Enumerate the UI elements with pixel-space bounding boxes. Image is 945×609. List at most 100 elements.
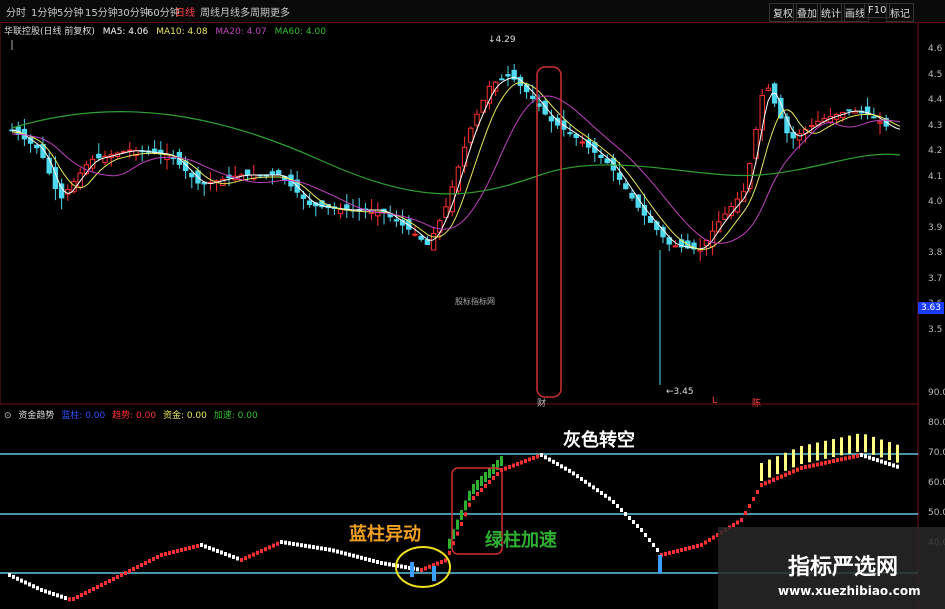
- trend-dot: [292, 541, 295, 546]
- trend-dot: [360, 555, 363, 560]
- trend-dot: [404, 565, 407, 570]
- trend-dot: [740, 518, 743, 522]
- trend-dot: [484, 484, 487, 488]
- current-price-tag: 3.63: [918, 302, 944, 314]
- trend-dot: [372, 558, 375, 563]
- candle-body: [306, 200, 313, 206]
- trend-dot: [632, 520, 635, 524]
- trend-dot: [748, 504, 751, 508]
- trend-dot: [824, 460, 827, 465]
- candle-body: [58, 183, 65, 199]
- trend-dot: [628, 516, 631, 520]
- indicator-axis-label: 50.0: [928, 508, 945, 518]
- trend-dot: [564, 466, 567, 471]
- candle-body: [672, 245, 679, 248]
- trend-dot: [164, 552, 167, 556]
- event-marker-3: 陈: [752, 399, 762, 409]
- trend-dot: [436, 561, 439, 566]
- trend-dot: [88, 589, 91, 593]
- trend-dot: [584, 479, 587, 484]
- event-marker-1: 财: [537, 399, 547, 409]
- trend-dot: [308, 544, 311, 549]
- period-tab[interactable]: 1分钟: [31, 4, 57, 19]
- period-tab[interactable]: 15分钟: [85, 4, 118, 19]
- fund-bar: [888, 442, 891, 461]
- trend-dot: [508, 465, 511, 469]
- period-tab[interactable]: 30分钟: [117, 4, 150, 19]
- period-tab[interactable]: 月线: [220, 4, 240, 19]
- trend-dot: [204, 544, 207, 549]
- trend-dot: [576, 474, 579, 479]
- trend-dot: [136, 565, 139, 569]
- trend-dot: [848, 455, 851, 460]
- fund-bar: [832, 439, 835, 458]
- trend-dot: [8, 573, 11, 577]
- blue-bar: [658, 555, 662, 573]
- candle-body: [46, 157, 52, 174]
- trend-dot: [556, 462, 559, 467]
- accel-bar: [492, 464, 495, 474]
- indicator-axis-label: 90.0: [928, 388, 945, 398]
- trend-dot: [480, 488, 483, 492]
- blue-bar: [432, 566, 436, 581]
- indicator-legend: ⊙ 资金趋势 蓝柱: 0.00 趋势: 0.00 资金: 0.00 加速: 0.…: [4, 411, 258, 421]
- candle-body: [765, 87, 772, 91]
- stock-title: 华联控股(日线 前复权): [4, 27, 95, 37]
- trend-dot: [712, 535, 715, 540]
- trend-dot: [504, 466, 507, 471]
- trend-dot: [64, 596, 67, 600]
- fund-bar: [880, 439, 883, 458]
- trend-dot: [428, 564, 431, 569]
- brand-title: 指标严选网: [788, 555, 899, 580]
- trend-dot: [524, 459, 527, 463]
- candle-body: [430, 232, 437, 251]
- period-tab[interactable]: 日线: [175, 4, 195, 19]
- annotation-green-accel: 绿柱加速: [485, 530, 557, 551]
- trend-dot: [300, 543, 303, 548]
- trend-dot: [400, 564, 403, 569]
- trend-dot: [792, 469, 795, 474]
- fund-bar: [784, 452, 787, 471]
- trend-dot: [736, 520, 739, 525]
- indicator-axis-label: 60.0: [928, 478, 945, 488]
- trend-dot: [780, 474, 783, 479]
- candle-body: [412, 233, 418, 236]
- candle-body: [468, 127, 474, 143]
- trend-dot: [836, 458, 839, 463]
- trend-dot: [172, 550, 175, 554]
- candle-body: [244, 169, 251, 176]
- period-toolbar: 分时 1分钟 5分钟 15分钟 30分钟 60分钟 日线 周线 月线 多周期 更多 复权 叠加 统计 画线 F…: [0, 0, 945, 23]
- toolbar-button[interactable]: 标记: [886, 3, 914, 22]
- trend-dot: [812, 463, 815, 468]
- trend-dot: [544, 455, 547, 460]
- trend-dot: [72, 597, 75, 601]
- period-tab[interactable]: 5分钟: [57, 4, 83, 19]
- trend-dot: [68, 597, 71, 602]
- trend-dot: [244, 556, 247, 561]
- trend-dot: [516, 462, 519, 466]
- trend-dot: [176, 549, 179, 553]
- ma60-value: MA60: 4.00: [274, 27, 326, 37]
- candle-body: [474, 113, 480, 126]
- price-axis-label: 3.5: [928, 324, 943, 335]
- period-tab[interactable]: 分时: [6, 4, 26, 19]
- ma10-value: MA10: 4.08: [156, 27, 208, 37]
- trend-dot: [856, 453, 859, 458]
- candle-body: [548, 116, 555, 122]
- candle-body: [34, 144, 40, 149]
- trend-dot: [580, 477, 583, 481]
- trend-dot: [92, 587, 95, 591]
- annotation-blue-move: 蓝柱异动: [349, 524, 421, 545]
- period-tab[interactable]: 多周期: [240, 4, 270, 19]
- trend-dot: [760, 483, 763, 487]
- trend-dot: [112, 577, 115, 581]
- trend-dot: [692, 545, 695, 549]
- period-tab[interactable]: 周线: [200, 4, 220, 19]
- trend-dot: [228, 553, 231, 558]
- price-axis-label: 3.8: [928, 248, 943, 258]
- main-panel-frame: [0, 21, 919, 405]
- fund-bar: [760, 463, 763, 481]
- period-tab[interactable]: 更多: [270, 4, 290, 19]
- candle-body: [579, 141, 586, 144]
- trend-dot: [152, 557, 155, 561]
